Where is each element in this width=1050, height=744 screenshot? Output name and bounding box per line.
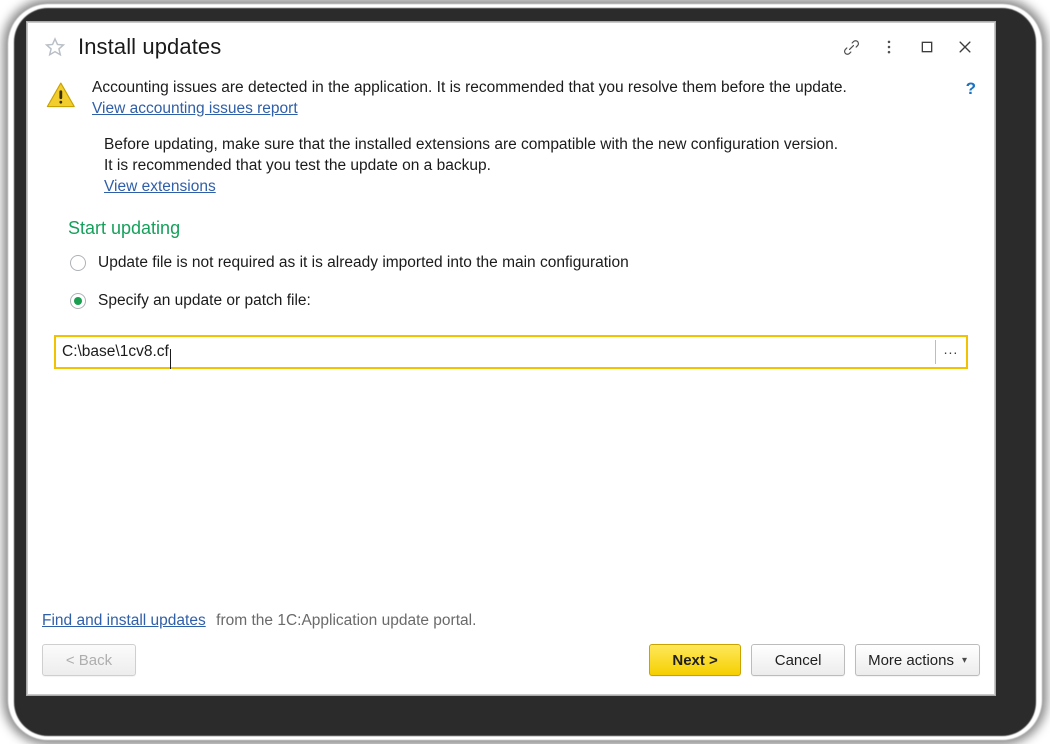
view-extensions-link[interactable]: View extensions <box>104 176 216 198</box>
window-titlebar: Install updates <box>28 23 994 71</box>
extensions-line-2: It is recommended that you test the upda… <box>104 157 491 174</box>
more-options-icon[interactable] <box>870 29 908 65</box>
text-cursor <box>169 349 171 369</box>
help-icon[interactable]: ? <box>966 77 980 99</box>
warning-triangle-icon <box>42 77 80 111</box>
find-and-install-updates-link[interactable]: Find and install updates <box>42 610 206 632</box>
chevron-down-icon: ▾ <box>961 654 967 666</box>
install-updates-window: Install updates Accounting issues are de… <box>27 22 995 695</box>
cancel-button[interactable]: Cancel <box>751 644 846 676</box>
extensions-line-1: Before updating, make sure that the inst… <box>104 136 839 153</box>
portal-row: Find and install updates from the 1C:App… <box>42 610 980 644</box>
close-icon[interactable] <box>946 29 984 65</box>
radio-label-imported: Update file is not required as it is alr… <box>98 254 629 271</box>
window-footer: Find and install updates from the 1C:App… <box>42 610 980 694</box>
browse-file-button[interactable]: ... <box>936 337 966 367</box>
radio-label-specify: Specify an update or patch file: <box>98 292 311 309</box>
radio-option-imported[interactable]: Update file is not required as it is alr… <box>42 247 980 279</box>
more-actions-label: More actions <box>868 651 954 669</box>
update-file-input[interactable] <box>56 337 935 367</box>
window-content: Accounting issues are detected in the ap… <box>28 71 994 694</box>
back-button[interactable]: < Back <box>42 644 136 676</box>
update-file-field[interactable]: ... <box>54 335 968 369</box>
portal-note: from the 1C:Application update portal. <box>216 612 477 629</box>
warning-text-group: Accounting issues are detected in the ap… <box>80 77 966 120</box>
view-accounting-issues-report-link[interactable]: View accounting issues report <box>92 98 298 120</box>
star-icon[interactable] <box>42 34 68 60</box>
dialog-button-row: < Back Next > Cancel More actions ▾ <box>42 644 980 694</box>
radio-mark-imported[interactable] <box>70 255 86 271</box>
warning-message: Accounting issues are detected in the ap… <box>92 79 847 96</box>
radio-mark-specify[interactable] <box>70 293 86 309</box>
more-actions-button[interactable]: More actions ▾ <box>855 644 980 676</box>
radio-option-specify[interactable]: Specify an update or patch file: <box>42 285 980 317</box>
link-icon[interactable] <box>832 29 870 65</box>
next-button[interactable]: Next > <box>649 644 742 676</box>
section-heading: Start updating <box>68 218 181 238</box>
warning-banner: Accounting issues are detected in the ap… <box>42 71 980 120</box>
extensions-note: Before updating, make sure that the inst… <box>42 120 980 198</box>
page-title: Install updates <box>78 34 222 59</box>
maximize-icon[interactable] <box>908 29 946 65</box>
